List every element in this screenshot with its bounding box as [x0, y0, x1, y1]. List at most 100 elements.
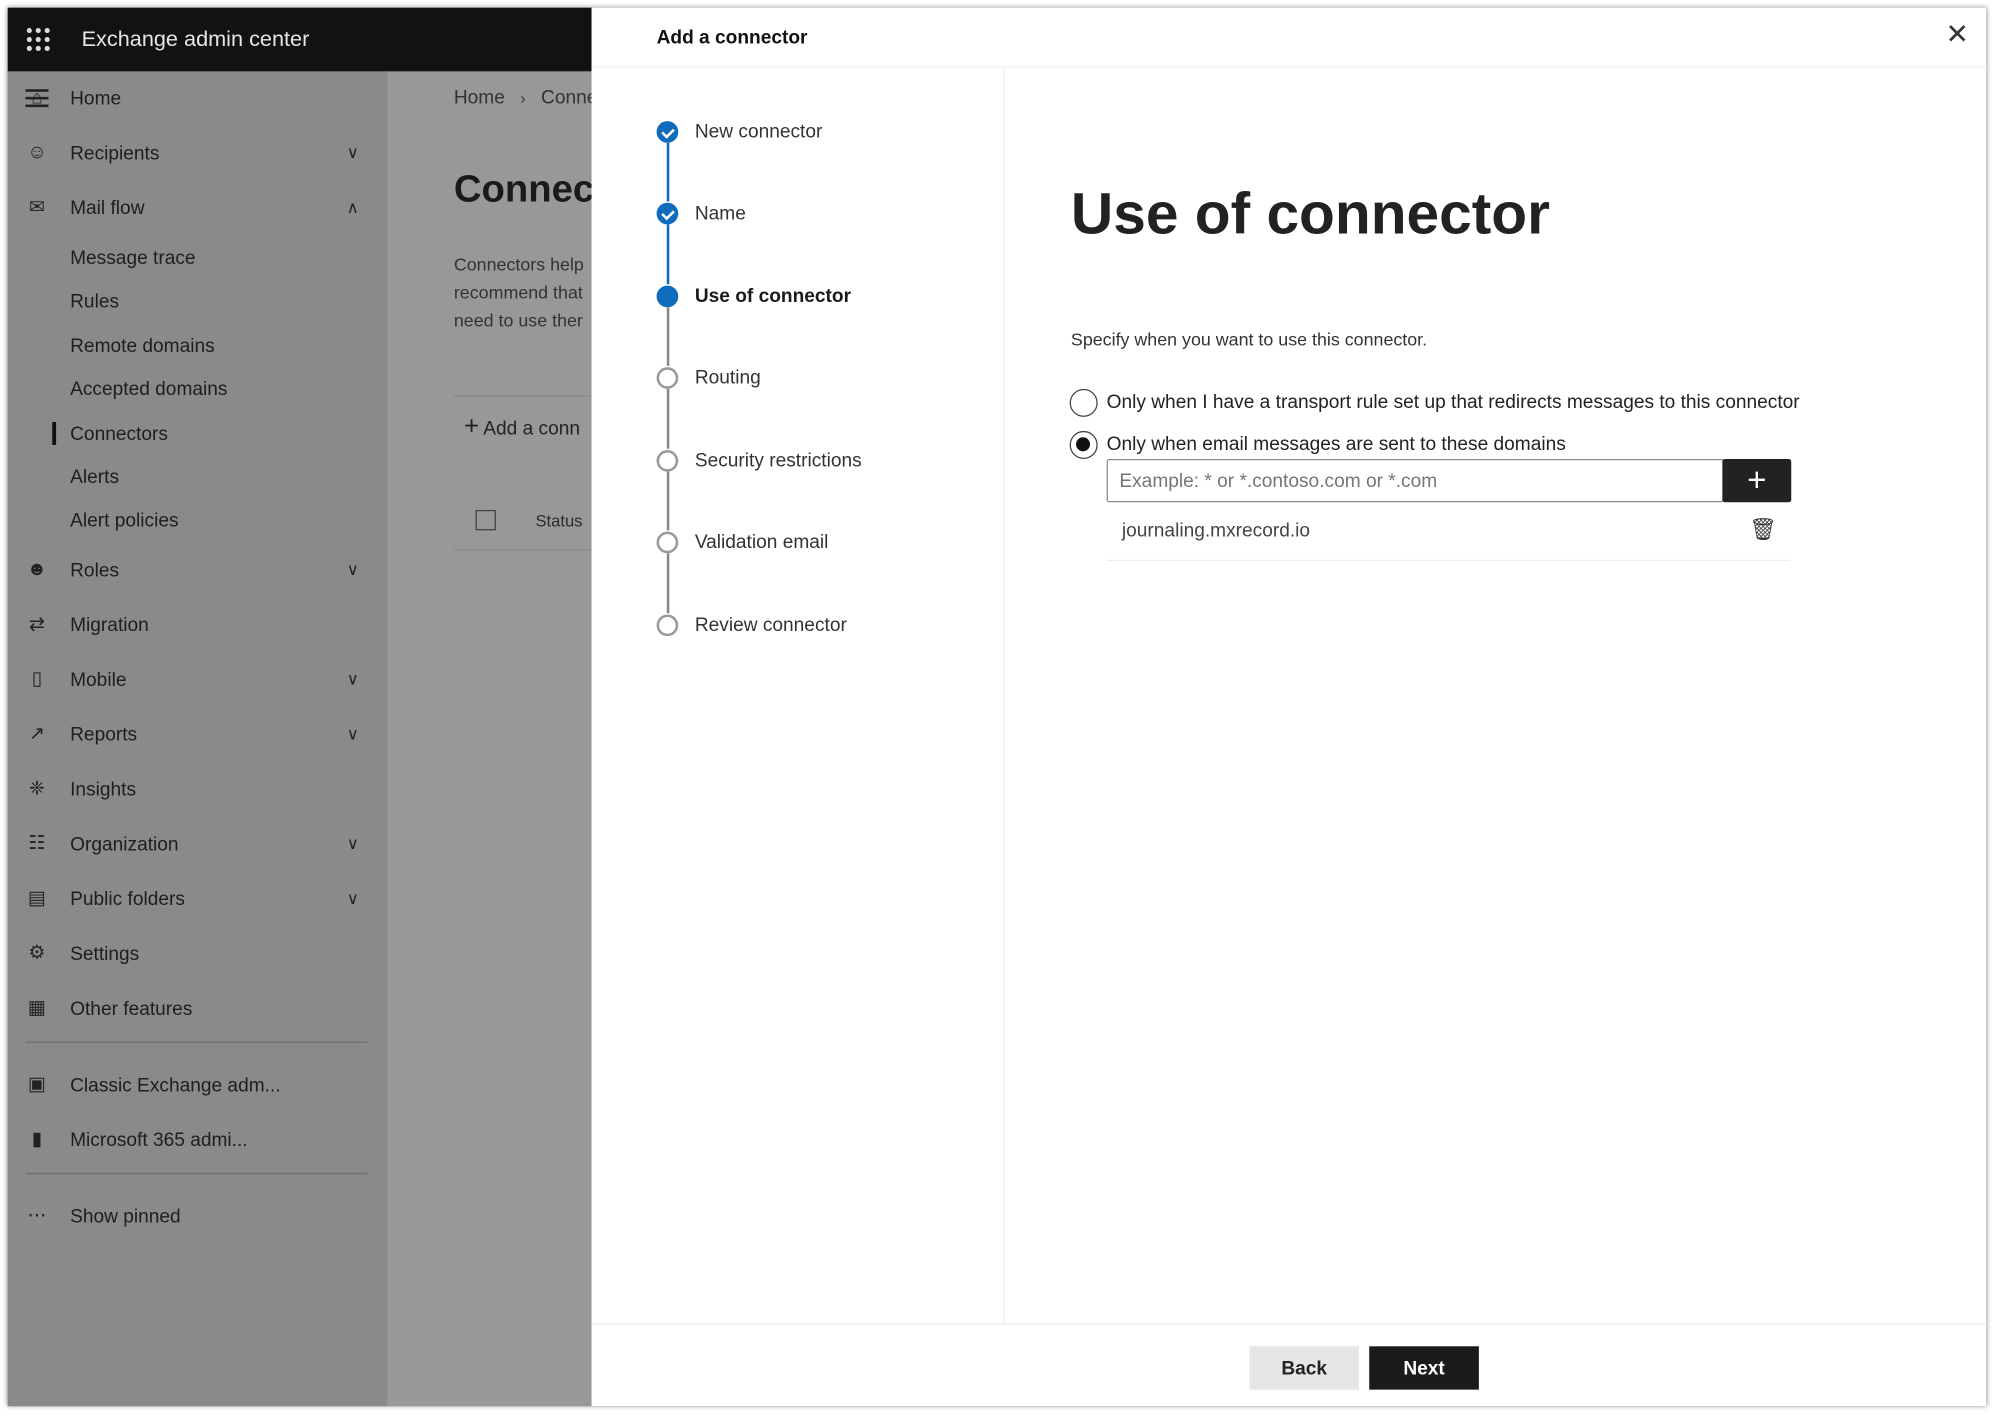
wizard-step: Review connector — [656, 612, 847, 637]
show-pinned-label: Show pinned — [70, 1205, 181, 1228]
sidebar-item-alert-policies[interactable]: Alert policies — [8, 498, 388, 541]
step-label: Validation email — [694, 530, 829, 553]
panel-title: Add a connector — [656, 26, 808, 49]
show-pinned-button[interactable]: ⋯ Show pinned — [8, 1195, 388, 1238]
sidebar-item-label: Organization — [70, 833, 179, 855]
office-icon: ▮ — [31, 1128, 43, 1150]
step-status-icon — [656, 530, 679, 553]
chevron-down-icon[interactable]: ∨ — [347, 834, 359, 854]
person-icon: ☺ — [27, 141, 47, 164]
sidebar-item-settings[interactable]: ⚙ Settings — [8, 932, 388, 975]
pinned-item[interactable]: ▮ Microsoft 365 admi... — [8, 1118, 388, 1161]
wizard-step: Name — [656, 200, 746, 225]
column-status[interactable]: Status — [535, 511, 582, 530]
next-button[interactable]: Next — [1369, 1346, 1479, 1390]
close-icon[interactable]: ✕ — [1945, 18, 1969, 51]
app-title: Exchange admin center — [81, 26, 310, 51]
pinned-item[interactable]: ▣ Classic Exchange adm... — [8, 1063, 388, 1106]
sidebar-item-organization[interactable]: ☷ Organization ∨ — [8, 822, 388, 865]
breadcrumb-connectors[interactable]: Conne — [541, 87, 597, 109]
step-label: Routing — [694, 366, 761, 389]
wizard-step: Security restrictions — [656, 447, 862, 472]
sidebar: ⌂ Home ☺ Recipients ∨ ✉ Mail flow ∧ Message trac… — [7, 71, 388, 1407]
add-connector-panel: Add a connector ✕ New connector Name Use o… — [591, 7, 1987, 1407]
sidebar-item-remote-domains[interactable]: Remote domains — [8, 324, 388, 367]
divider — [25, 1172, 368, 1175]
sidebar-item-reports[interactable]: ↗ Reports ∨ — [8, 713, 388, 756]
chevron-down-icon[interactable]: ∨ — [347, 143, 359, 163]
step-heading: Use of connector — [1070, 179, 1550, 247]
app-launcher-icon[interactable] — [26, 28, 50, 51]
sidebar-item-label: Message trace — [70, 246, 196, 269]
mobile-icon: ▯ — [31, 668, 43, 690]
sidebar-item-label: Mobile — [70, 668, 127, 691]
add-connector-button[interactable]: + Add a conn — [464, 413, 580, 442]
step-check-icon — [656, 120, 679, 143]
app-header: Exchange admin center — [7, 7, 592, 72]
option-domains[interactable]: Only when email messages are sent to the… — [1069, 430, 1835, 462]
back-button[interactable]: Back — [1249, 1346, 1360, 1390]
lightbulb-icon: ❈ — [28, 777, 45, 800]
sidebar-item-label: Connectors — [70, 422, 168, 445]
sidebar-item-accepted-domains[interactable]: Accepted domains — [8, 367, 388, 410]
sidebar-item-message-trace[interactable]: Message trace — [8, 236, 388, 279]
sidebar-item-label: Insights — [70, 778, 137, 800]
page-title: Connec — [453, 168, 595, 211]
step-status-icon — [656, 366, 679, 389]
step-status-icon — [656, 613, 679, 636]
chevron-down-icon[interactable]: ∨ — [347, 889, 359, 909]
sidebar-item-insights[interactable]: ❈ Insights — [8, 767, 388, 810]
sidebar-item-mail-flow[interactable]: ✉ Mail flow ∧ — [8, 186, 388, 229]
sidebar-item-rules[interactable]: Rules — [8, 279, 388, 322]
option-transport-rule[interactable]: Only when I have a transport rule set up… — [1069, 388, 1835, 420]
step-label: Security restrictions — [694, 449, 862, 472]
sidebar-item-label: Migration — [70, 613, 149, 636]
home-icon: ⌂ — [31, 86, 43, 109]
step-label: Name — [694, 202, 746, 224]
chevron-down-icon[interactable]: ∨ — [347, 724, 359, 744]
radio-domains[interactable] — [1069, 430, 1098, 459]
sidebar-item-label: Accepted domains — [70, 378, 228, 400]
step-status-icon — [656, 284, 679, 307]
step-connector-line — [666, 224, 670, 285]
sidebar-item-alerts[interactable]: Alerts — [8, 455, 388, 498]
step-connector-line — [666, 553, 670, 614]
sidebar-item-home[interactable]: ⌂ Home — [8, 76, 388, 119]
domain-input[interactable] — [1106, 458, 1724, 503]
sidebar-item-label: Settings — [70, 942, 140, 965]
sidebar-item-label: Other features — [70, 997, 193, 1020]
step-connector-line — [666, 307, 670, 366]
breadcrumb-home[interactable]: Home — [454, 87, 505, 109]
chevron-up-icon[interactable]: ∧ — [347, 198, 359, 218]
add-domain-button[interactable]: + — [1722, 458, 1792, 503]
step-label: New connector — [694, 120, 823, 143]
radio-transport-rule[interactable] — [1069, 388, 1098, 417]
sidebar-item-label: Alert policies — [70, 509, 179, 531]
sidebar-item-recipients[interactable]: ☺ Recipients ∨ — [8, 131, 388, 174]
wizard-step: New connector — [656, 119, 823, 144]
more-icon: ⋯ — [27, 1204, 47, 1227]
wizard-step: Use of connector — [656, 283, 851, 308]
step-connector-line — [666, 388, 670, 449]
select-all-checkbox[interactable] — [475, 509, 496, 531]
sidebar-item-label: Mail flow — [70, 196, 145, 219]
page-description: need to use ther — [453, 309, 583, 331]
sidebar-item-other-features[interactable]: ▦ Other features — [8, 987, 388, 1030]
sidebar-item-mobile[interactable]: ▯ Mobile ∨ — [8, 658, 388, 701]
org-icon: ☷ — [28, 832, 46, 855]
trash-icon[interactable]: 🗑 — [1749, 518, 1777, 543]
step-status-icon — [656, 449, 679, 472]
sidebar-item-migration[interactable]: ⇄ Migration — [8, 603, 388, 646]
step-connector-line — [666, 142, 670, 202]
app-window: Exchange admin center ⌂ Home ☺ Recipients ∨ ✉… — [7, 7, 1987, 1407]
step-connector-line — [666, 471, 670, 531]
mail-icon: ✉ — [28, 196, 45, 219]
sidebar-item-connectors[interactable]: Connectors — [8, 412, 388, 455]
sidebar-item-roles[interactable]: ☻ Roles ∨ — [8, 548, 388, 591]
chevron-down-icon[interactable]: ∨ — [347, 669, 359, 689]
sidebar-item-label: Remote domains — [70, 334, 215, 357]
chevron-down-icon[interactable]: ∨ — [347, 560, 359, 580]
sidebar-item-public-folders[interactable]: ▤ Public folders ∨ — [8, 877, 388, 920]
sidebar-item-label: Reports — [70, 723, 138, 746]
sidebar-item-label: Public folders — [70, 887, 185, 910]
